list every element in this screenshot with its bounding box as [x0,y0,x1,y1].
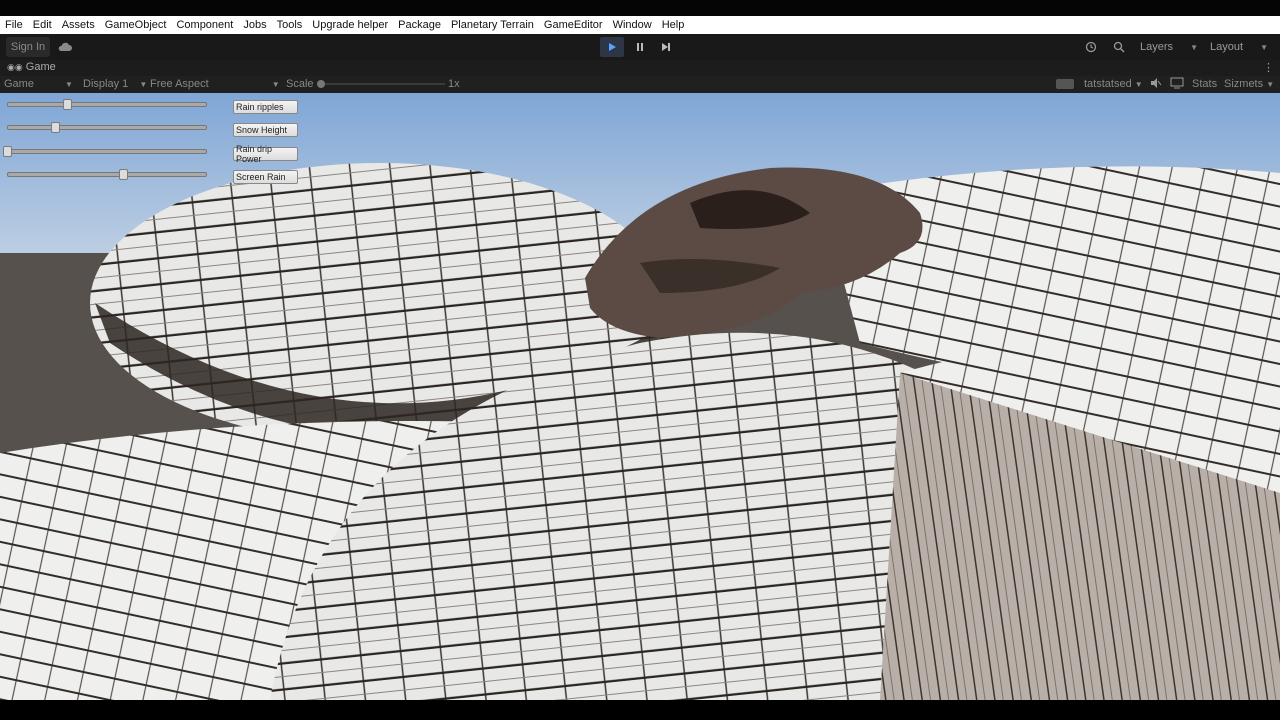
bottom-bar [0,700,1280,720]
menu-edit[interactable]: Edit [28,19,57,31]
history-icon[interactable] [1082,37,1100,57]
chevron-down-icon: ▼ [139,80,148,89]
display-dropdown[interactable]: Display 1 ▼ [83,78,147,90]
view-mode-label: Game [4,78,34,90]
chevron-down-icon: ▼ [65,80,73,89]
layout-dropdown[interactable]: Layout ▼ [1206,37,1272,57]
rain-drip-power-button[interactable]: Rain drip Power [233,144,298,164]
chevron-down-icon: ▼ [1190,42,1198,52]
slider-track [7,125,207,130]
snow-height-button[interactable]: Snow Height [233,123,298,137]
slider-track [7,102,207,107]
scale-slider-thumb[interactable] [317,80,325,88]
menu-component[interactable]: Component [171,19,238,31]
menu-gameobject[interactable]: GameObject [100,19,172,31]
rain-ripples-button[interactable]: Rain ripples [233,100,298,114]
mute-toggle[interactable]: tatstatsed ▼ [1084,78,1143,90]
chevron-down-icon: ▼ [1134,80,1143,89]
menu-package[interactable]: Package [393,19,446,31]
sign-in-label: Sign In [10,41,46,53]
menu-planetary-terrain[interactable]: Planetary Terrain [446,19,539,31]
rain-drip-power-slider[interactable] [3,146,207,157]
game-tab-bar: ◉◉ Game ⋮ [0,60,1280,76]
menu-assets[interactable]: Assets [57,19,100,31]
menu-jobs[interactable]: Jobs [238,19,271,31]
layout-label: Layout [1210,41,1244,53]
display-icon[interactable] [1170,77,1184,92]
window-top-bar [0,0,1280,16]
slider-thumb[interactable] [51,122,60,133]
menu-bar: File Edit Assets GameObject Component Jo… [0,16,1280,34]
tab-game[interactable]: ◉◉ Game [7,61,56,73]
gizmos-dropdown[interactable]: Sizmets ▼ [1224,78,1274,90]
tab-menu-icon[interactable]: ⋮ [1263,61,1274,74]
step-icon[interactable] [654,37,678,57]
aspect-label: Free Aspect [150,78,209,90]
chevron-down-icon: ▼ [1260,42,1268,52]
slider-track [7,172,207,177]
scale-slider-track[interactable] [317,83,445,85]
aspect-dropdown[interactable]: Free Aspect ▼ [150,78,280,90]
menu-gameeditor[interactable]: GameEditor [539,19,608,31]
tab-game-label: Game [25,61,56,73]
main-toolbar: Sign In Layers ▼ Layout ▼ [0,34,1280,60]
display-label: Display 1 [83,78,129,90]
mute-audio-icon[interactable] [1150,77,1162,92]
menu-help[interactable]: Help [657,19,690,31]
game-view-toolbar: Game ▼ Display 1 ▼ Free Aspect ▼ Scale 1… [0,76,1280,93]
game-viewport[interactable]: Rain ripples Snow Height Rain drip Power… [0,93,1280,700]
menu-file[interactable]: File [0,19,28,31]
screen-rain-button[interactable]: Screen Rain [233,170,298,184]
menu-tools[interactable]: Tools [272,19,308,31]
scene-render [0,93,1280,700]
game-tab-icon: ◉◉ [7,62,23,72]
play-icon[interactable] [600,37,624,57]
snow-height-slider[interactable] [7,122,207,133]
scale-value: 1x [448,78,460,90]
menu-upgrade-helper[interactable]: Upgrade helper [307,19,393,31]
chevron-down-icon: ▼ [271,80,280,89]
layers-label: Layers [1140,41,1174,53]
chevron-down-icon: ▼ [1266,80,1275,89]
slider-thumb[interactable] [119,169,128,180]
mute-label: tatstatsed [1084,78,1132,90]
rain-ripples-slider[interactable] [7,99,207,110]
scale-label: Scale [286,78,314,90]
gizmos-label: Sizmets [1224,78,1264,90]
pause-icon[interactable] [628,37,652,57]
cloud-icon[interactable] [56,37,74,57]
slider-track [7,149,207,154]
slider-thumb[interactable] [3,146,12,157]
stats-button[interactable]: Stats [1192,78,1217,90]
slider-thumb[interactable] [63,99,72,110]
sign-in-button[interactable]: Sign In [6,37,50,57]
layers-dropdown[interactable]: Layers ▼ [1136,37,1202,57]
search-icon[interactable] [1110,37,1128,57]
screen-rain-slider[interactable] [7,169,207,180]
menu-window[interactable]: Window [608,19,657,31]
view-mode-dropdown[interactable]: Game ▼ [4,78,73,90]
speaker-icon[interactable] [1056,79,1074,89]
